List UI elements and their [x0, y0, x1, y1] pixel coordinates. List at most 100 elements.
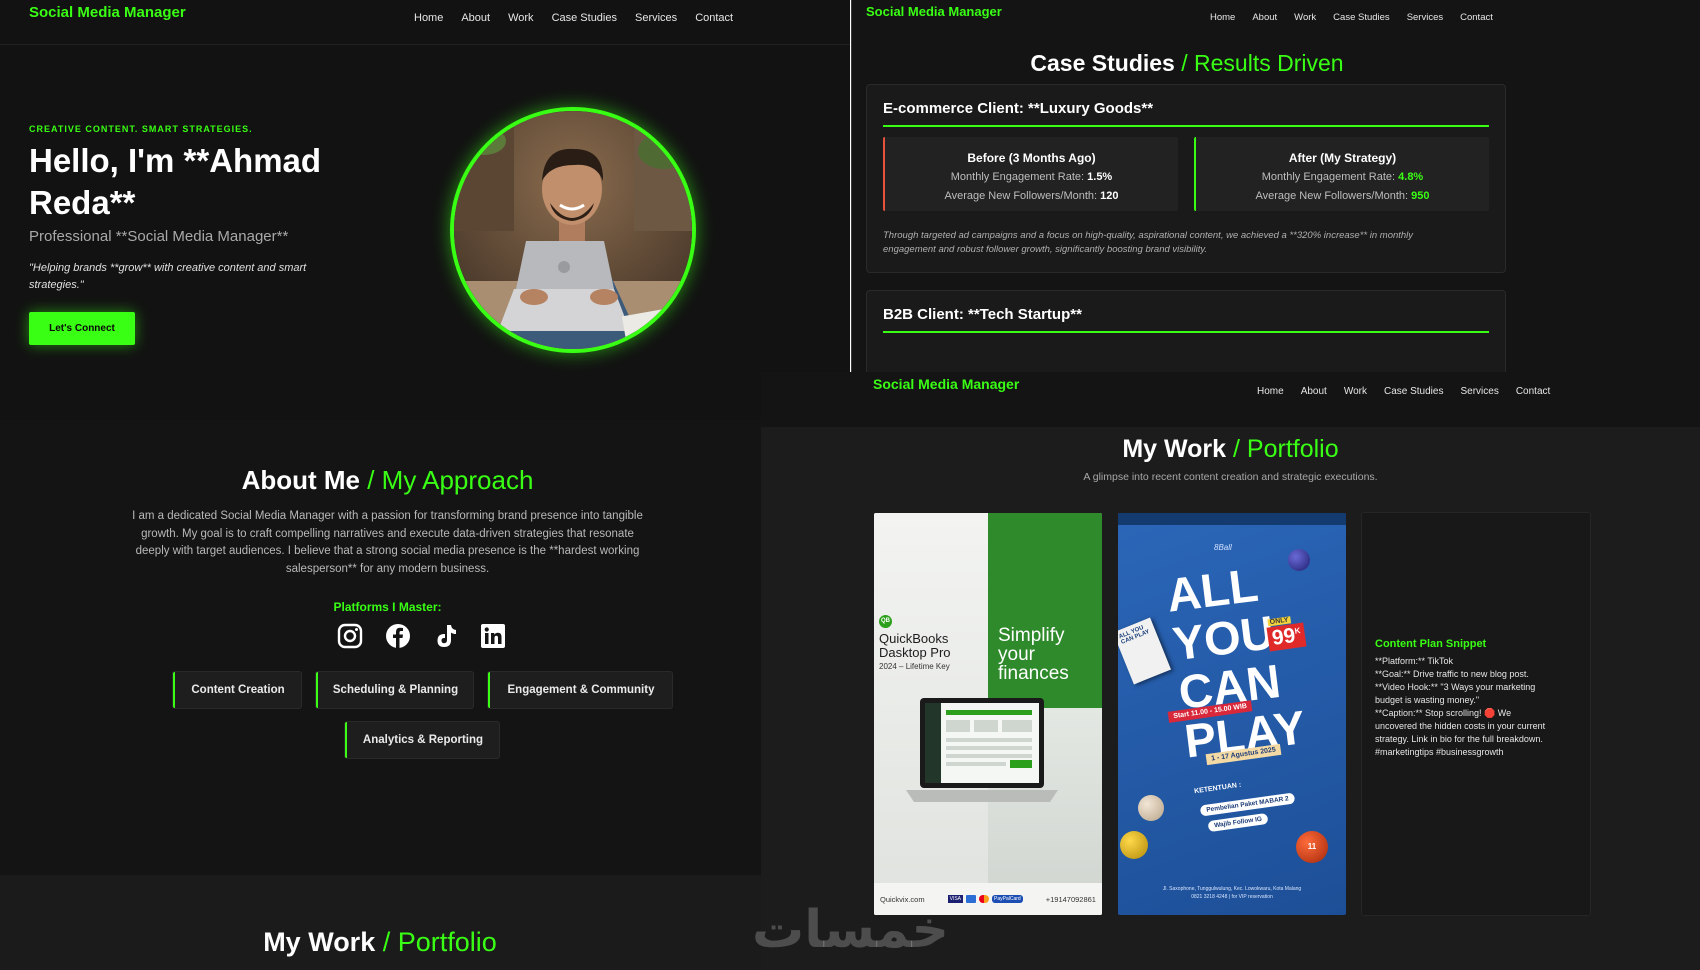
pool-ball-orange-icon: 11 [1296, 831, 1328, 863]
nav-work[interactable]: Work [1344, 386, 1367, 397]
pool-headline: ALL YOU CAN PLAY [1164, 556, 1309, 768]
facebook-icon[interactable] [385, 623, 411, 649]
pool-phone: 0821 3218 4248 | for VIP reservation [1191, 894, 1273, 900]
qb-line2: Dasktop Pro [879, 645, 951, 660]
hero-kicker: CREATIVE CONTENT. SMART STRATEGIES. [29, 124, 253, 134]
content-plan-title: Content Plan Snippet [1375, 638, 1487, 650]
plan-line: uncovered the hidden costs in your curre… [1375, 721, 1546, 731]
about-line: I am a dedicated Social Media Manager wi… [132, 510, 643, 522]
plan-line: **Platform:** TikTok [1375, 656, 1454, 666]
pool-price-badge: ONLY 99K [1266, 616, 1307, 652]
main-nav-2: Home About Work Case Studies Services Co… [1210, 12, 1493, 23]
about-line: growth. My goal is to craft compelling n… [141, 527, 634, 540]
linkedin-icon[interactable] [480, 623, 506, 649]
pool-ball-icon [1288, 549, 1310, 571]
hero-quote-line1: "Helping brands **grow** with creative c… [29, 262, 307, 274]
tiktok-icon[interactable] [433, 623, 459, 649]
brand-logo-3[interactable]: Social Media Manager [873, 376, 1019, 392]
about-text: I am a dedicated Social Media Manager wi… [85, 508, 690, 578]
stat-before-title: Before (3 Months Ago) [967, 151, 1096, 165]
nav-about[interactable]: About [461, 12, 490, 24]
nav-about[interactable]: About [1301, 386, 1327, 397]
nav-about[interactable]: About [1252, 12, 1277, 23]
nav-contact[interactable]: Contact [695, 12, 733, 24]
stat-after-title: After (My Strategy) [1288, 151, 1397, 165]
pool-terms-title: KETENTUAN : [1193, 781, 1242, 796]
about-panel: About Me / My Approach I am a dedicated … [0, 420, 761, 875]
skill-analytics-reporting: Analytics & Reporting [345, 722, 499, 758]
qb-headline-2: your [998, 644, 1035, 665]
brand-logo-2[interactable]: Social Media Manager [866, 4, 1002, 19]
pool-footer: Jl. Saxophone, Tunggulwulung, Kec. Lowok… [1118, 885, 1346, 901]
lets-connect-button[interactable]: Let's Connect [29, 312, 135, 345]
pool-address: Jl. Saxophone, Tunggulwulung, Kec. Lowok… [1162, 886, 1302, 892]
watermark-logo: خمسات [752, 900, 950, 960]
skill-content-creation: Content Creation [173, 672, 301, 708]
about-title-accent: / My Approach [367, 465, 534, 495]
pool-ball-yellow-icon [1120, 831, 1148, 859]
skill-scheduling-planning: Scheduling & Planning [316, 672, 473, 708]
nav-case-studies[interactable]: Case Studies [1384, 386, 1443, 397]
case-studies-title-accent: / Results Driven [1181, 50, 1344, 76]
nav-services[interactable]: Services [1460, 386, 1498, 397]
nav-services[interactable]: Services [635, 12, 677, 24]
qb-headline-3: finances [998, 663, 1069, 684]
qb-line3: 2024 – Lifetime Key [879, 662, 950, 671]
case-study-card-b2b: B2B Client: **Tech Startup** [866, 290, 1506, 372]
rate-value: 4.8% [1398, 171, 1424, 183]
work-title-accent: / Portfolio [382, 927, 497, 957]
plan-line: **Video Hook:** "3 Ways your marketing [1375, 682, 1536, 692]
nav-services[interactable]: Services [1407, 12, 1443, 23]
instagram-icon[interactable] [337, 623, 363, 649]
portfolio-item-quickbooks[interactable]: QB QuickBooks Dasktop Pro 2024 – Lifetim… [874, 513, 1102, 915]
nav-contact[interactable]: Contact [1460, 12, 1493, 23]
screenshot-collage: Social Media Manager Home About Work Cas… [0, 0, 1700, 970]
plan-line: strategy. Link in bio for the full break… [1375, 734, 1543, 744]
nav-home[interactable]: Home [414, 12, 443, 24]
pool-term-2: Wajib Follow IG [1207, 812, 1269, 833]
nav-contact[interactable]: Contact [1516, 386, 1550, 397]
qb-product-name: QuickBooks Dasktop Pro 2024 – Lifetime K… [879, 632, 951, 674]
skill-engagement-community: Engagement & Community [488, 672, 672, 708]
main-nav-3: Home About Work Case Studies Services Co… [1257, 386, 1550, 397]
hero-quote-line2: strategies." [29, 279, 84, 291]
followers-value: 120 [1100, 190, 1119, 202]
portfolio-subtitle: A glimpse into recent content creation a… [1083, 471, 1378, 483]
summary-line2: engagement and robust follower growth, s… [883, 244, 1208, 255]
nav-case-studies[interactable]: Case Studies [552, 12, 617, 24]
nav-home[interactable]: Home [1257, 386, 1284, 397]
case-studies-title-main: Case Studies [1030, 50, 1175, 76]
about-title-main: About Me [241, 465, 360, 495]
profile-avatar [450, 107, 696, 353]
nav-work[interactable]: Work [1294, 12, 1316, 23]
heading-underline [883, 125, 1489, 127]
portfolio-panel: Social Media Manager Home About Work Cas… [761, 372, 1700, 970]
plan-line: **Caption:** Stop scrolling! 🛑 We [1375, 708, 1512, 718]
nav-work[interactable]: Work [508, 12, 533, 24]
nav-home[interactable]: Home [1210, 12, 1235, 23]
nav-divider [0, 44, 850, 45]
portfolio-item-pool[interactable]: 8Ball ALL YOU CAN PLAY ONLY 99K ALL YOU … [1118, 513, 1346, 915]
case-study-summary: Through targeted ad campaigns and a focu… [883, 229, 1413, 257]
pool-term-1: Pembelian Paket MABAR 2 [1199, 792, 1296, 817]
qb-line1: QuickBooks [879, 631, 949, 646]
about-title: About Me / My Approach [0, 465, 761, 496]
portfolio-title: My Work / Portfolio [761, 435, 1700, 464]
case-studies-title: Case Studies / Results Driven [852, 50, 1522, 77]
portfolio-title-main: My Work [1122, 435, 1227, 463]
followers-label: Average New Followers/Month: [944, 190, 1098, 202]
hero-quote: "Helping brands **grow** with creative c… [29, 260, 306, 294]
hero-title: Hello, I'm **Ahmad Reda** [29, 140, 321, 224]
plan-line: budget is wasting money." [1375, 695, 1480, 705]
content-plan-body: **Platform:** TikTok **Goal:** Drive tra… [1375, 655, 1545, 759]
brand-logo[interactable]: Social Media Manager [29, 4, 186, 21]
qb-headline: Simplify your finances [998, 626, 1069, 683]
portfolio-item-content-plan[interactable]: Content Plan Snippet **Platform:** TikTo… [1362, 513, 1590, 915]
avatar-illustration [454, 111, 692, 349]
work-section-preview: My Work / Portfolio [0, 875, 761, 970]
main-nav: Home About Work Case Studies Services Co… [414, 12, 733, 24]
nav-case-studies[interactable]: Case Studies [1333, 12, 1390, 23]
summary-line1: Through targeted ad campaigns and a focu… [883, 230, 1414, 241]
hero-subtitle: Professional **Social Media Manager** [29, 228, 289, 245]
hero-title-line2: Reda** [29, 184, 136, 221]
